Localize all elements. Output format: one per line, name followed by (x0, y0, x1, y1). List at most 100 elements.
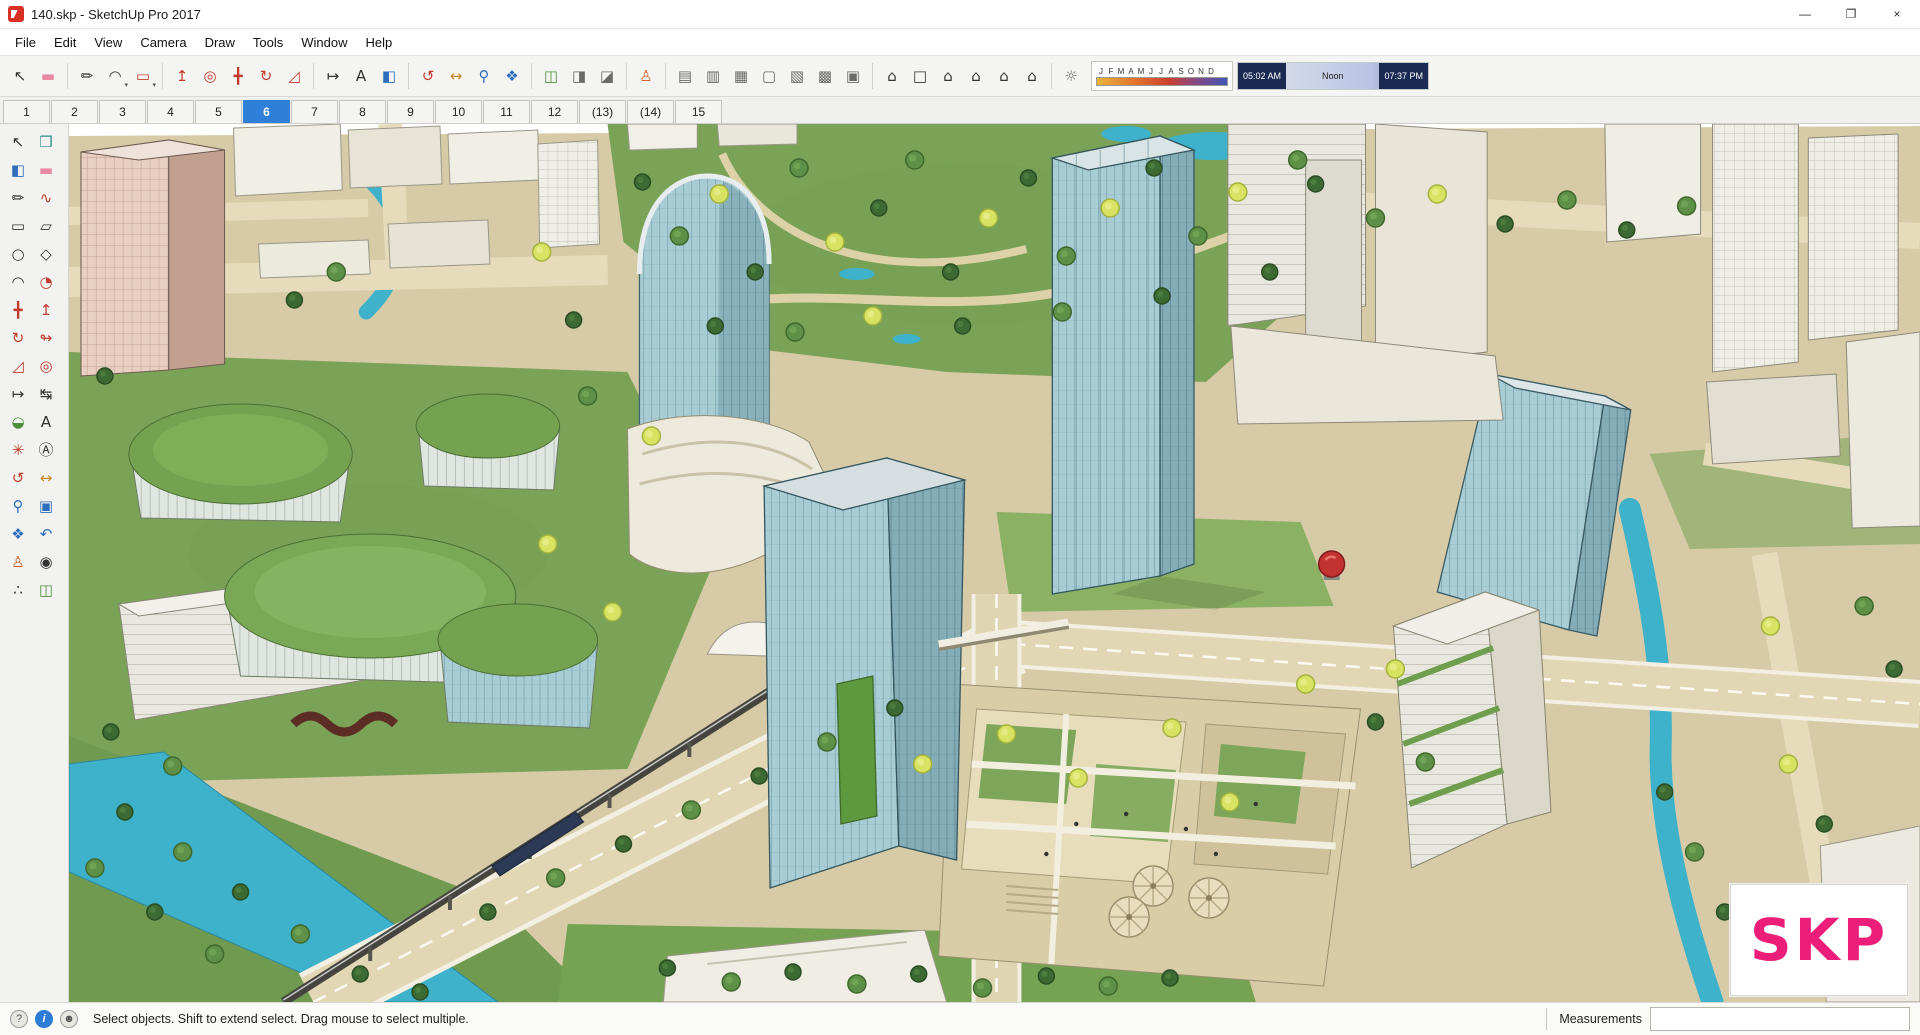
zoom-tool-button[interactable]: ⚲ (470, 62, 498, 90)
model-viewport[interactable]: SKP (69, 124, 1920, 1002)
arc-tool-button[interactable]: ◠ (4, 268, 32, 296)
menu-file[interactable]: File (6, 31, 45, 54)
axes-tool-button[interactable]: ✳ (4, 436, 32, 464)
style-wireframe-button[interactable]: ▦ (727, 62, 755, 90)
scale-tool-button[interactable]: ◿ (4, 352, 32, 380)
offset-tool-button[interactable]: ◎ (32, 352, 60, 380)
dimension-tool-button[interactable]: ↹ (32, 380, 60, 408)
view-right-button[interactable]: ⌂ (962, 62, 990, 90)
account-button[interactable]: ☻ (60, 1010, 78, 1028)
style-back-edges-button[interactable]: ▥ (699, 62, 727, 90)
section-cuts-toggle-button[interactable]: ◪ (593, 62, 621, 90)
arc-tools-button[interactable]: ◠ ▾ (101, 62, 129, 90)
pan-tool-button[interactable]: ↔ (32, 464, 60, 492)
line-tool-button[interactable]: ✏ (4, 184, 32, 212)
make-component-button[interactable]: ❒ (32, 128, 60, 156)
previous-view-button[interactable]: ↶ (32, 520, 60, 548)
select-tool-button[interactable]: ↖ (6, 62, 34, 90)
style-xray-button[interactable]: ▤ (671, 62, 699, 90)
freehand-tool-button[interactable]: ∿ (32, 184, 60, 212)
section-display-toggle-button[interactable]: ◨ (565, 62, 593, 90)
date-gradient-bar[interactable] (1096, 76, 1228, 86)
paint-bucket-tool-button[interactable]: ◧ (4, 156, 32, 184)
geolocation-status-button[interactable]: ? (10, 1010, 28, 1028)
section-plane-button[interactable]: ◫ (537, 62, 565, 90)
paint-bucket-tool-button[interactable]: ◧ (375, 62, 403, 90)
move-tool-button[interactable]: ╋ (4, 296, 32, 324)
circle-tool-button[interactable]: ○ (4, 240, 32, 268)
menu-edit[interactable]: Edit (45, 31, 85, 54)
menu-help[interactable]: Help (357, 31, 402, 54)
scene-tab-14[interactable]: (14) (627, 100, 674, 123)
scene-tab-4[interactable]: 4 (147, 100, 194, 123)
view-left-button[interactable]: ⌂ (1018, 62, 1046, 90)
zoom-extents-button[interactable]: ❖ (4, 520, 32, 548)
line-tool-button[interactable]: ✏ (73, 62, 101, 90)
zoom-extents-button[interactable]: ❖ (498, 62, 526, 90)
scene-tab-11[interactable]: 11 (483, 100, 530, 123)
tape-measure-tool-button[interactable]: ↦ (319, 62, 347, 90)
scene-tab-8[interactable]: 8 (339, 100, 386, 123)
view-iso-button[interactable]: ⌂ (878, 62, 906, 90)
style-shaded-button[interactable]: ▧ (783, 62, 811, 90)
tape-measure-tool-button[interactable]: ↦ (4, 380, 32, 408)
pan-tool-button[interactable]: ↔ (442, 62, 470, 90)
zoom-tool-button[interactable]: ⚲ (4, 492, 32, 520)
menu-camera[interactable]: Camera (131, 31, 195, 54)
protractor-tool-button[interactable]: ◒ (4, 408, 32, 436)
close-button[interactable]: × (1874, 0, 1920, 28)
scene-tab-3[interactable]: 3 (99, 100, 146, 123)
select-tool-button[interactable]: ↖ (4, 128, 32, 156)
scene-tab-7[interactable]: 7 (291, 100, 338, 123)
eraser-tool-button[interactable]: ▬ (34, 62, 62, 90)
scene-tab-5[interactable]: 5 (195, 100, 242, 123)
rotate-tool-button[interactable]: ↻ (252, 62, 280, 90)
scene-tab-15[interactable]: 15 (675, 100, 722, 123)
walk-tool-button[interactable]: ∴ (4, 576, 32, 604)
scene-tab-13[interactable]: (13) (579, 100, 626, 123)
scene-tab-12[interactable]: 12 (531, 100, 578, 123)
maximize-button[interactable]: ❐ (1828, 0, 1874, 28)
style-shaded-textures-button[interactable]: ▩ (811, 62, 839, 90)
scene-tab-2[interactable]: 2 (51, 100, 98, 123)
minimize-button[interactable]: — (1782, 0, 1828, 28)
scale-tool-button[interactable]: ◿ (280, 62, 308, 90)
zoom-window-tool-button[interactable]: ▣ (32, 492, 60, 520)
measurements-input[interactable] (1650, 1007, 1910, 1031)
menu-view[interactable]: View (85, 31, 131, 54)
style-monochrome-button[interactable]: ▣ (839, 62, 867, 90)
help-info-button[interactable]: i (35, 1010, 53, 1028)
follow-me-tool-button[interactable]: ↬ (32, 324, 60, 352)
push-pull-tool-button[interactable]: ↥ (32, 296, 60, 324)
orbit-tool-button[interactable]: ↺ (4, 464, 32, 492)
scene-tab-1[interactable]: 1 (3, 100, 50, 123)
offset-tool-button[interactable]: ◎ (196, 62, 224, 90)
menu-window[interactable]: Window (292, 31, 356, 54)
menu-draw[interactable]: Draw (196, 31, 244, 54)
push-pull-tool-button[interactable]: ↥ (168, 62, 196, 90)
look-around-tool-button[interactable]: ◉ (32, 548, 60, 576)
polygon-tool-button[interactable]: ◇ (32, 240, 60, 268)
scene-tab-9[interactable]: 9 (387, 100, 434, 123)
scene-tab-6[interactable]: 6 (243, 100, 290, 123)
scene-tab-10[interactable]: 10 (435, 100, 482, 123)
orbit-tool-button[interactable]: ↺ (414, 62, 442, 90)
shadow-toggle-button[interactable]: ☼ (1057, 62, 1085, 90)
view-top-button[interactable]: □ (906, 62, 934, 90)
move-tool-button[interactable]: ╋ (224, 62, 252, 90)
title-bar[interactable]: 140.skp - SketchUp Pro 2017 — ❐ × (0, 0, 1920, 29)
rotated-rectangle-tool-button[interactable]: ▱ (32, 212, 60, 240)
style-hidden-line-button[interactable]: ▢ (755, 62, 783, 90)
position-camera-tool-button[interactable]: ♙ (4, 548, 32, 576)
text-tool-button[interactable]: A (347, 62, 375, 90)
view-front-button[interactable]: ⌂ (934, 62, 962, 90)
eraser-tool-button[interactable]: ▬ (32, 156, 60, 184)
shape-tools-button[interactable]: ▭ ▾ (129, 62, 157, 90)
3d-text-tool-button[interactable]: Ⓐ (32, 436, 60, 464)
section-plane-tool-button[interactable]: ◫ (32, 576, 60, 604)
menu-tools[interactable]: Tools (244, 31, 292, 54)
view-back-button[interactable]: ⌂ (990, 62, 1018, 90)
shadow-time-slider[interactable]: 05:02 AM Noon 07:37 PM (1237, 62, 1429, 90)
pie-tool-button[interactable]: ◔ (32, 268, 60, 296)
rectangle-tool-button[interactable]: ▭ (4, 212, 32, 240)
